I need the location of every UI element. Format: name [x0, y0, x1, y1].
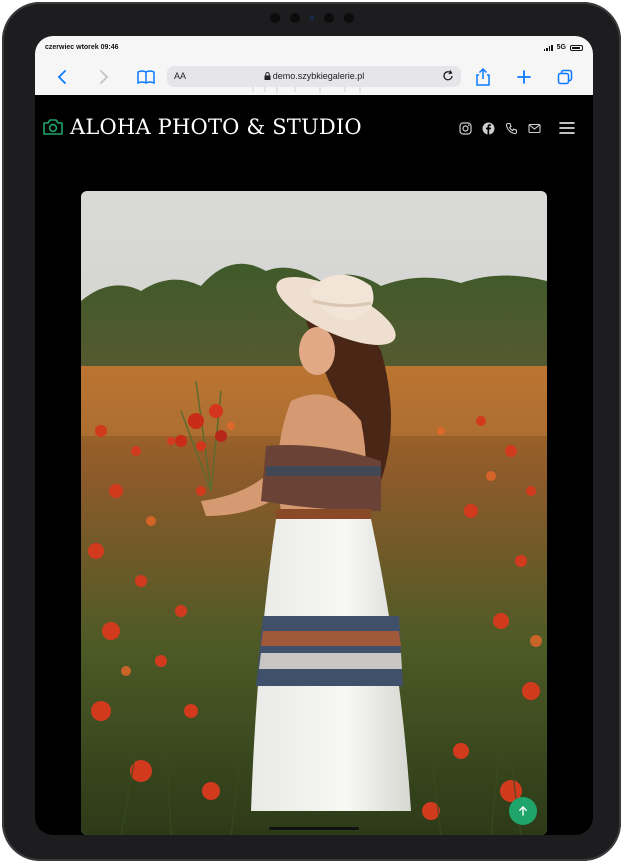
url-text: demo.szybkiegalerie.pl: [167, 71, 461, 81]
hero-photo[interactable]: [81, 191, 547, 835]
battery-icon: [570, 44, 583, 51]
new-tab-icon[interactable]: [514, 67, 534, 87]
screen: czerwiec wtorek 09:46 5G AA demo.szybkie…: [35, 36, 593, 835]
url-label: demo.szybkiegalerie.pl: [272, 71, 365, 81]
network-label: 5G: [556, 44, 566, 51]
instagram-icon[interactable]: [459, 121, 472, 135]
front-camera: [2, 13, 621, 23]
status-bar: czerwiec wtorek 09:46 5G: [45, 42, 583, 56]
hamburger-menu-icon[interactable]: [559, 121, 575, 135]
scroll-to-top-button[interactable]: [509, 797, 537, 825]
signal-icon: [543, 44, 553, 51]
tablet-frame: czerwiec wtorek 09:46 5G AA demo.szybkie…: [2, 2, 621, 861]
browser-toolbar: AA demo.szybkiegalerie.pl: [35, 65, 593, 89]
forward-icon[interactable]: [93, 67, 113, 87]
email-icon[interactable]: [528, 122, 541, 135]
address-bar[interactable]: AA demo.szybkiegalerie.pl: [167, 66, 461, 87]
reload-icon[interactable]: [441, 69, 455, 83]
camera-icon: [43, 119, 63, 135]
lock-icon: [264, 72, 271, 80]
brand-name: ALOHA PHOTO & STUDIO: [70, 115, 362, 139]
share-icon[interactable]: [473, 67, 493, 87]
header-icons: [459, 121, 575, 135]
arrow-up-icon: [519, 806, 527, 816]
bookmarks-icon[interactable]: [136, 67, 156, 87]
site-header: ALOHA PHOTO & STUDIO: [35, 87, 593, 191]
status-right: 5G: [543, 44, 583, 51]
scrolled-text-fragment: [235, 87, 395, 101]
brand-logo[interactable]: ALOHA PHOTO & STUDIO: [42, 115, 362, 139]
facebook-icon[interactable]: [482, 122, 495, 135]
status-time: czerwiec wtorek 09:46: [45, 44, 119, 51]
home-indicator[interactable]: [269, 827, 359, 830]
phone-icon[interactable]: [505, 122, 518, 135]
tabs-icon[interactable]: [555, 67, 575, 87]
back-icon[interactable]: [53, 67, 73, 87]
